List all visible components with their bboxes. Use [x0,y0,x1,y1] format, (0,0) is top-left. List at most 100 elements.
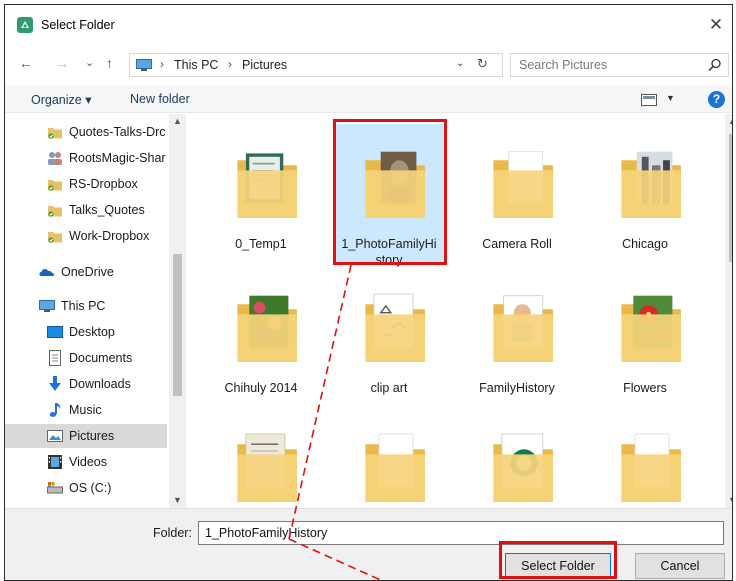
folder-icon [365,433,425,502]
folder-label: Camera Roll [482,237,552,251]
folder-icon [493,151,553,218]
sidebar-item-pictures[interactable]: Pictures [5,424,167,448]
sidebar-item-label: OS (C:) [69,481,112,495]
folder-icon [493,295,553,362]
back-button[interactable]: ← [19,55,33,71]
search-icon [708,58,721,72]
breadcrumb-pictures[interactable]: Pictures [242,58,287,72]
content-scroll-thumb[interactable] [729,134,732,262]
computer-icon [39,300,55,312]
sidebar-item-label: Pictures [69,429,115,443]
sidebar-item-desktop[interactable]: Desktop [5,320,167,344]
content-scrollbar[interactable]: ▲ ▼ [725,114,732,508]
folder-item[interactable]: Flowers [590,268,700,408]
sidebar-item-music[interactable]: Music [5,398,167,422]
folder-label: Chihuly 2014 [224,381,298,395]
folder-field[interactable] [198,521,724,545]
sidebar-item-label: Videos [69,455,107,469]
folder-label: 0_Temp1 [235,237,287,251]
sidebar-scrollbar[interactable]: ▲ ▼ [169,114,186,508]
sidebar-item-work-dropbox[interactable]: Work-Dropbox [5,224,167,248]
sidebar-item-this-pc[interactable]: This PC [5,294,167,318]
close-button[interactable]: ✕ [704,13,728,37]
up-button[interactable]: ↑ [106,55,113,71]
folder-item[interactable]: GRIPP Media [334,408,444,508]
breadcrumb-separator: › [228,57,232,71]
sidebar-item-label: OneDrive [61,265,114,279]
folder-label: Folder: [153,526,192,540]
dropbox-folder-icon [48,128,62,139]
dropbox-folder-icon [48,206,62,217]
view-options-icon[interactable] [641,94,657,106]
folder-item[interactable]: Chicago [590,124,700,264]
folder-item[interactable]: Logitech [590,408,700,508]
address-bar[interactable]: › This PC › Pictures ⌄ ↻ [129,53,503,77]
scroll-up-icon[interactable]: ▲ [728,116,732,126]
command-bar: Organize ▾ New folder ▼ ? [5,85,732,113]
help-icon[interactable]: ? [708,91,725,108]
folder-item[interactable]: FamilyHistory [462,268,572,408]
select-folder-dialog: Select Folder ✕ ← → ⌄ ↑ › This PC › Pict… [4,4,733,581]
folder-item[interactable]: clip art [334,268,444,408]
folder-icon [493,433,553,502]
sidebar-item-os-c[interactable]: OS (C:) [5,476,167,500]
search-box[interactable] [510,53,729,77]
sidebar-item-talks-quotes[interactable]: Talks_Quotes [5,198,167,222]
navigation-pane: Quotes-Talks-Drc RootsMagic-Shar RS-Drop… [5,114,187,508]
folder-item[interactable]: For Webinar [206,408,316,508]
sidebar-item-label: Music [69,403,102,417]
folder-icon [621,151,681,218]
address-dropdown-icon[interactable]: ⌄ [456,58,464,69]
folder-item[interactable]: IM photos [462,408,572,508]
app-icon [17,17,33,33]
sidebar-item-documents[interactable]: Documents [5,346,167,370]
videos-icon [48,455,62,469]
sidebar-item-label: This PC [61,299,106,313]
pictures-icon [47,430,63,442]
sidebar-item-label: Downloads [69,377,131,391]
new-folder-button[interactable]: New folder [130,92,190,106]
folder-icon [237,153,297,218]
desktop-icon [47,326,63,338]
folder-icon [621,433,681,502]
folder-item[interactable]: Chihuly 2014 [206,268,316,408]
dropbox-folder-icon [48,180,62,191]
refresh-icon[interactable]: ↻ [477,56,488,72]
sidebar-item-videos[interactable]: Videos [5,450,167,474]
folder-label: Flowers [623,381,667,395]
sidebar-item-rootsmagic[interactable]: RootsMagic-Shar [5,146,167,170]
title-bar: Select Folder ✕ [5,5,732,43]
forward-button[interactable]: → [55,55,69,71]
sidebar-item-label: Talks_Quotes [69,203,145,217]
onedrive-icon [39,269,54,276]
sidebar-scroll-thumb[interactable] [173,254,182,396]
cancel-button[interactable]: Cancel [635,553,725,579]
folder-label: Chicago [622,237,668,251]
folder-item[interactable]: 0_Temp1 [206,124,316,264]
recent-locations-button[interactable]: ⌄ [85,55,94,71]
scroll-down-icon[interactable]: ▼ [728,495,732,505]
sidebar-item-quotes-talks[interactable]: Quotes-Talks-Drc [5,120,167,144]
sidebar-item-downloads[interactable]: Downloads [5,372,167,396]
sidebar-item-rs-dropbox[interactable]: RS-Dropbox [5,172,167,196]
dropbox-folder-icon [48,232,62,243]
organize-menu[interactable]: Organize ▾ [31,92,91,107]
scroll-down-icon[interactable]: ▼ [173,495,182,505]
folder-icon [365,293,425,362]
folder-item[interactable]: Camera Roll [462,124,572,264]
downloads-icon [49,376,61,391]
sidebar-item-label: Desktop [69,325,115,339]
music-icon [49,403,61,417]
breadcrumb-this-pc[interactable]: This PC [174,58,218,72]
shared-folder-icon [48,152,62,165]
view-dropdown-icon[interactable]: ▼ [666,93,675,103]
drive-icon [47,482,63,494]
folder-icon [237,433,297,502]
search-input[interactable] [511,54,701,76]
folder-label: FamilyHistory [479,381,555,395]
sidebar-item-onedrive[interactable]: OneDrive [5,260,167,284]
documents-icon [49,350,61,366]
folder-grid: 0_Temp1 1_PhotoFamilyHi story Camera Roll Ch… [188,114,716,508]
scroll-up-icon[interactable]: ▲ [173,116,182,126]
sidebar-item-label: RS-Dropbox [69,177,138,191]
